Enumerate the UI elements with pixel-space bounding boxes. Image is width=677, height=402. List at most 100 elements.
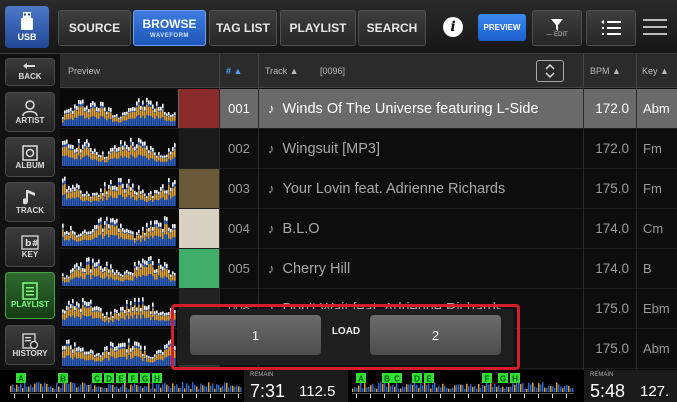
deck-2-remain-label: REMAIN bbox=[590, 372, 614, 378]
menu-icon[interactable] bbox=[640, 14, 670, 40]
sidebar-item-artist[interactable]: ARTIST bbox=[5, 92, 55, 132]
track-bpm: 174.0 bbox=[595, 261, 629, 276]
list-view-button[interactable] bbox=[586, 10, 636, 46]
info-icon[interactable]: i bbox=[443, 17, 463, 37]
track-title-text: B.L.O bbox=[282, 220, 320, 237]
track-title: ♪ Your Lovin feat. Adrienne Richards bbox=[268, 169, 505, 208]
track-preview-waveform[interactable] bbox=[60, 209, 178, 248]
sidebar: BACK ARTIST ALBUM TRACK b# KEY PLAYLIST … bbox=[0, 54, 60, 370]
track-key: Abm bbox=[643, 341, 670, 356]
back-button[interactable]: BACK bbox=[5, 58, 55, 86]
track-key: Cm bbox=[643, 221, 664, 236]
album-artwork bbox=[179, 129, 219, 168]
tab-source[interactable]: SOURCE bbox=[58, 10, 131, 46]
hot-cue-marker: D bbox=[412, 373, 422, 384]
track-number: 004 bbox=[228, 221, 250, 236]
sidebar-item-label: TRACK bbox=[16, 205, 44, 215]
load-label: LOAD bbox=[331, 326, 361, 337]
svg-text:C: C bbox=[394, 375, 400, 384]
sidebar-item-playlist[interactable]: PLAYLIST bbox=[5, 272, 55, 319]
music-note-icon: ♪ bbox=[268, 141, 275, 156]
track-bpm: 174.0 bbox=[595, 221, 629, 236]
sidebar-item-label: ALBUM bbox=[15, 160, 45, 170]
preview-label: PREVIEW bbox=[483, 23, 521, 32]
hot-cue-marker: A bbox=[16, 373, 26, 384]
load-deck-2-button[interactable]: 2 bbox=[370, 315, 501, 355]
header-bpm[interactable]: BPM ▲ bbox=[590, 66, 621, 76]
header-number[interactable]: # ▲ bbox=[226, 66, 242, 76]
tab-playlist[interactable]: PLAYLIST bbox=[280, 10, 356, 46]
track-bpm: 172.0 bbox=[595, 141, 629, 156]
svg-text:G: G bbox=[142, 375, 148, 384]
tab-browse[interactable]: BROWSE WAVEFORM bbox=[133, 10, 206, 46]
track-preview-waveform[interactable] bbox=[60, 169, 178, 208]
svg-text:b#: b# bbox=[25, 239, 39, 249]
tab-tag-list-label: TAG LIST bbox=[216, 21, 270, 35]
table-row[interactable]: 002 ♪ Wingsuit [MP3] 172.0 Fm bbox=[60, 129, 677, 169]
track-preview-waveform[interactable] bbox=[60, 329, 178, 368]
playlist-icon bbox=[22, 282, 38, 300]
deck-2-label: 2 bbox=[431, 327, 440, 343]
hot-cue-marker: G bbox=[498, 373, 508, 384]
music-note-icon: ♪ bbox=[268, 101, 275, 116]
track-number: 005 bbox=[228, 261, 250, 276]
tab-browse-sublabel: WAVEFORM bbox=[150, 33, 189, 39]
history-icon bbox=[22, 332, 38, 349]
track-preview-waveform[interactable] bbox=[60, 89, 178, 128]
filter-button[interactable]: — EDIT bbox=[532, 10, 582, 46]
track-title: ♪ B.L.O bbox=[268, 209, 320, 248]
table-row[interactable]: 003 ♪ Your Lovin feat. Adrienne Richards 17… bbox=[60, 169, 677, 209]
track-preview-waveform[interactable] bbox=[60, 289, 178, 328]
back-label: BACK bbox=[18, 72, 42, 81]
preview-button[interactable]: PREVIEW bbox=[478, 14, 526, 41]
tab-search-label: SEARCH bbox=[366, 21, 418, 35]
load-deck-1-button[interactable]: 1 bbox=[190, 315, 321, 355]
usb-label: USB bbox=[17, 32, 37, 42]
hot-cue-marker: H bbox=[152, 373, 162, 384]
sidebar-item-key[interactable]: b# KEY bbox=[5, 227, 55, 267]
header-key[interactable]: Key ▲ bbox=[642, 66, 669, 76]
hot-cue-marker: F bbox=[482, 373, 492, 384]
hot-cue-marker: C bbox=[92, 373, 102, 384]
svg-text:B: B bbox=[60, 375, 66, 384]
sidebar-item-label: ARTIST bbox=[15, 115, 45, 125]
back-arrow-icon bbox=[23, 63, 35, 69]
deck-2-bpm: 127. bbox=[640, 383, 670, 400]
usb-icon bbox=[21, 12, 33, 30]
sidebar-item-history[interactable]: HISTORY bbox=[5, 325, 55, 365]
deck-2-overview-waveform[interactable]: A BC DE F GH bbox=[352, 372, 574, 400]
sidebar-item-album[interactable]: ALBUM bbox=[5, 137, 55, 177]
track-title: ♪ Winds Of The Universe featuring L-Side bbox=[268, 89, 539, 128]
hot-cue-marker: D bbox=[104, 373, 114, 384]
tab-source-label: SOURCE bbox=[68, 21, 121, 35]
tab-search[interactable]: SEARCH bbox=[358, 10, 426, 46]
sidebar-item-track[interactable]: TRACK bbox=[5, 182, 55, 222]
track-bpm: 175.0 bbox=[595, 181, 629, 196]
svg-text:F: F bbox=[485, 375, 490, 384]
deck-1-overview-waveform[interactable]: A B CDEFGH bbox=[10, 372, 242, 400]
svg-text:E: E bbox=[426, 375, 432, 384]
track-preview-waveform[interactable] bbox=[60, 249, 178, 288]
table-row[interactable]: 004 ♪ B.L.O 174.0 Cm bbox=[60, 209, 677, 249]
music-note-icon: ♪ bbox=[268, 181, 275, 196]
hot-cue-marker: B bbox=[58, 373, 68, 384]
track-number: 001 bbox=[228, 101, 250, 116]
header-track[interactable]: Track ▲ bbox=[265, 66, 299, 76]
track-preview-waveform[interactable] bbox=[60, 129, 178, 168]
table-row[interactable]: 005 ♪ Cherry Hill 174.0 B bbox=[60, 249, 677, 289]
svg-text:E: E bbox=[118, 375, 124, 384]
track-bpm: 172.0 bbox=[595, 101, 629, 116]
album-artwork bbox=[179, 209, 219, 248]
table-row[interactable]: 001 ♪ Winds Of The Universe featuring L-Si… bbox=[60, 89, 677, 129]
tab-tag-list[interactable]: TAG LIST bbox=[209, 10, 277, 46]
hot-cue-marker: G bbox=[140, 373, 150, 384]
table-header: Preview # ▲ Track ▲ [0096] BPM ▲ Key ▲ bbox=[60, 54, 677, 88]
usb-source-button[interactable]: USB bbox=[5, 6, 49, 48]
track-title: ♪ Wingsuit [MP3] bbox=[268, 129, 380, 168]
artist-icon bbox=[22, 99, 38, 116]
sidebar-item-label: KEY bbox=[21, 250, 39, 259]
sort-toggle-button[interactable] bbox=[536, 60, 564, 82]
track-key: Fm bbox=[643, 181, 662, 196]
hot-cue-marker: E bbox=[424, 373, 434, 384]
tab-browse-label: BROWSE bbox=[142, 17, 197, 31]
